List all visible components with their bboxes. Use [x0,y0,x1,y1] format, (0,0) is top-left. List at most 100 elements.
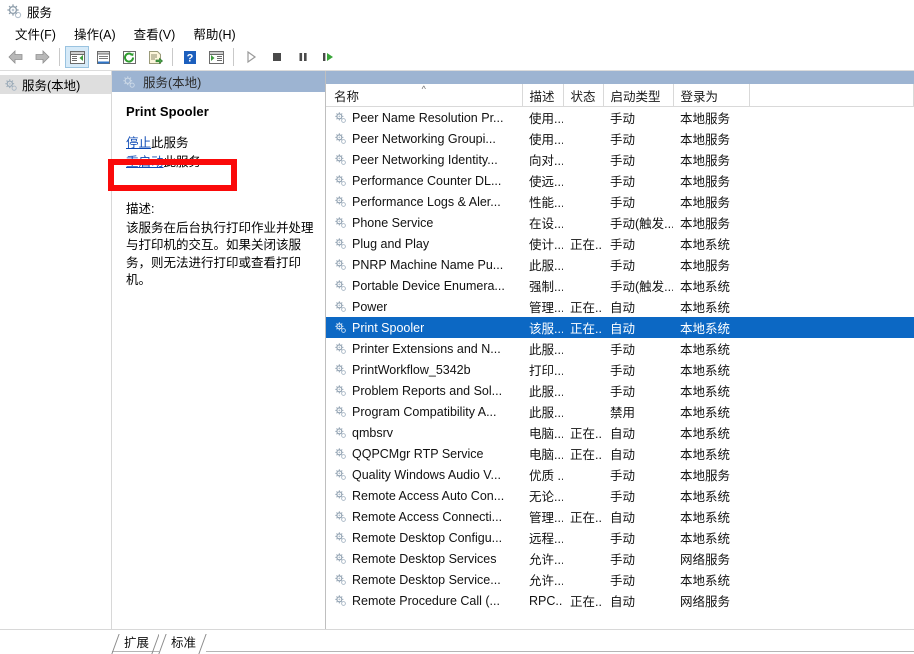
service-gear-icon [334,195,347,208]
menu-file[interactable]: 文件(F) [6,22,65,45]
show-hide-tree-icon[interactable] [65,46,89,68]
export-list-icon[interactable] [143,46,167,68]
menu-help[interactable]: 帮助(H) [184,22,244,45]
tree-item-services-local[interactable]: 服务(本地) [0,75,111,94]
table-row[interactable]: Peer Networking Identity...向对...手动本地服务 [326,149,914,170]
cell-startup-type: 手动 [603,191,673,212]
service-name-label: Remote Desktop Service... [352,573,501,587]
table-row[interactable]: Remote Desktop Service...允许...手动本地系统 [326,569,914,590]
table-row[interactable]: Program Compatibility A...此服...禁用本地系统 [326,401,914,422]
service-description-block: 描述: 该服务在后台执行打印作业并处理与打印机的交互。如果关闭该服务，则无法进行… [126,201,315,290]
table-row[interactable]: Power管理...正在...自动本地系统 [326,296,914,317]
tab-standard[interactable]: 标准 [159,634,206,652]
service-gear-icon [334,531,347,544]
table-row[interactable]: Remote Desktop Configu...远程...手动本地系统 [326,527,914,548]
column-header-name[interactable]: 名称 ^ [326,84,522,107]
table-row[interactable]: Plug and Play使计...正在...手动本地系统 [326,233,914,254]
table-row[interactable]: PrintWorkflow_5342b打印...手动本地系统 [326,359,914,380]
table-row[interactable]: PNRP Machine Name Pu...此服...手动本地服务 [326,254,914,275]
cell-description: 使计... [522,233,563,254]
cell-description: 电脑... [522,443,563,464]
cell-log-on-as: 网络服务 [673,590,749,611]
column-header-log-on-as[interactable]: 登录为 [673,84,749,107]
back-arrow-icon[interactable] [4,46,28,68]
stop-service-icon[interactable] [265,46,289,68]
cell-startup-type: 手动 [603,359,673,380]
restart-this-service-link[interactable]: 重启动 [126,155,164,169]
cell-service-name: Remote Desktop Configu... [326,527,522,548]
cell-service-name: Portable Device Enumera... [326,275,522,296]
cell-service-name: QQPCMgr RTP Service [326,443,522,464]
tab-extended[interactable]: 扩展 [112,634,159,652]
service-name-label: Quality Windows Audio V... [352,468,501,482]
show-action-pane-icon[interactable] [204,46,228,68]
menu-action[interactable]: 操作(A) [65,22,125,45]
table-row[interactable]: Remote Access Auto Con...无论...手动本地系统 [326,485,914,506]
services-table-body: Peer Name Resolution Pr...使用...手动本地服务Pee… [326,107,914,612]
cell-status [563,359,603,380]
cell-status [563,149,603,170]
cell-description: 此服... [522,380,563,401]
service-name-label: Performance Logs & Aler... [352,195,501,209]
column-header-status[interactable]: 状态 [563,84,603,107]
menu-bar: 文件(F) 操作(A) 查看(V) 帮助(H) [0,22,914,44]
table-row[interactable]: Phone Service在设...手动(触发...本地服务 [326,212,914,233]
table-row[interactable]: Quality Windows Audio V...优质 ...手动本地服务 [326,464,914,485]
table-row[interactable]: Problem Reports and Sol...此服...手动本地系统 [326,380,914,401]
table-row[interactable]: Remote Procedure Call (...RPC...正在...自动网… [326,590,914,611]
table-row[interactable]: Remote Desktop Services允许...手动网络服务 [326,548,914,569]
description-label: 描述: [126,201,315,219]
cell-filler [749,506,914,527]
cell-filler [749,212,914,233]
cell-service-name: Remote Desktop Services [326,548,522,569]
column-header-description[interactable]: 描述 [522,84,563,107]
stop-this-service-link[interactable]: 停止 [126,136,151,150]
table-row[interactable]: Peer Name Resolution Pr...使用...手动本地服务 [326,107,914,129]
table-row[interactable]: Printer Extensions and N...此服...手动本地系统 [326,338,914,359]
cell-filler [749,296,914,317]
cell-service-name: Remote Access Connecti... [326,506,522,527]
service-gear-icon [334,258,347,271]
table-row[interactable]: Remote Access Connecti...管理...正在...自动本地系… [326,506,914,527]
refresh-icon[interactable] [117,46,141,68]
cell-log-on-as: 本地系统 [673,338,749,359]
pause-service-icon[interactable] [291,46,315,68]
cell-status [563,107,603,129]
cell-status: 正在... [563,233,603,254]
service-name-label: Power [352,300,387,314]
cell-service-name: Remote Procedure Call (... [326,590,522,611]
service-name-label: Phone Service [352,216,433,230]
cell-status: 正在... [563,317,603,338]
app-gear-icon [6,3,22,19]
menu-view[interactable]: 查看(V) [125,22,185,45]
cell-description: 强制... [522,275,563,296]
table-row[interactable]: Print Spooler该服...正在...自动本地系统 [326,317,914,338]
start-service-icon[interactable] [239,46,263,68]
cell-log-on-as: 本地系统 [673,485,749,506]
table-row[interactable]: QQPCMgr RTP Service电脑...正在...自动本地系统 [326,443,914,464]
table-row[interactable]: Portable Device Enumera...强制...手动(触发...本… [326,275,914,296]
console-tree-pane: 服务(本地) [0,71,112,629]
properties-icon[interactable] [91,46,115,68]
column-header-startup-type[interactable]: 启动类型 [603,84,673,107]
forward-arrow-icon[interactable] [30,46,54,68]
table-row[interactable]: Performance Logs & Aler...性能...手动本地服务 [326,191,914,212]
cell-service-name: Peer Networking Identity... [326,149,522,170]
restart-service-icon[interactable] [317,46,341,68]
detail-pane-header: 服务(本地) [112,71,325,92]
tree-item-label: 服务(本地) [22,75,80,94]
cell-filler [749,380,914,401]
cell-startup-type: 手动 [603,233,673,254]
service-name-label: QQPCMgr RTP Service [352,447,484,461]
cell-log-on-as: 本地服务 [673,149,749,170]
help-icon[interactable]: ? [178,46,202,68]
table-row[interactable]: Performance Counter DL...使远...手动本地服务 [326,170,914,191]
service-gear-icon [334,321,347,334]
cell-description: 远程... [522,527,563,548]
cell-description: 管理... [522,296,563,317]
service-gear-icon [334,363,347,376]
cell-startup-type: 手动 [603,149,673,170]
cell-status [563,191,603,212]
table-row[interactable]: Peer Networking Groupi...使用...手动本地服务 [326,128,914,149]
table-row[interactable]: qmbsrv电脑...正在...自动本地系统 [326,422,914,443]
